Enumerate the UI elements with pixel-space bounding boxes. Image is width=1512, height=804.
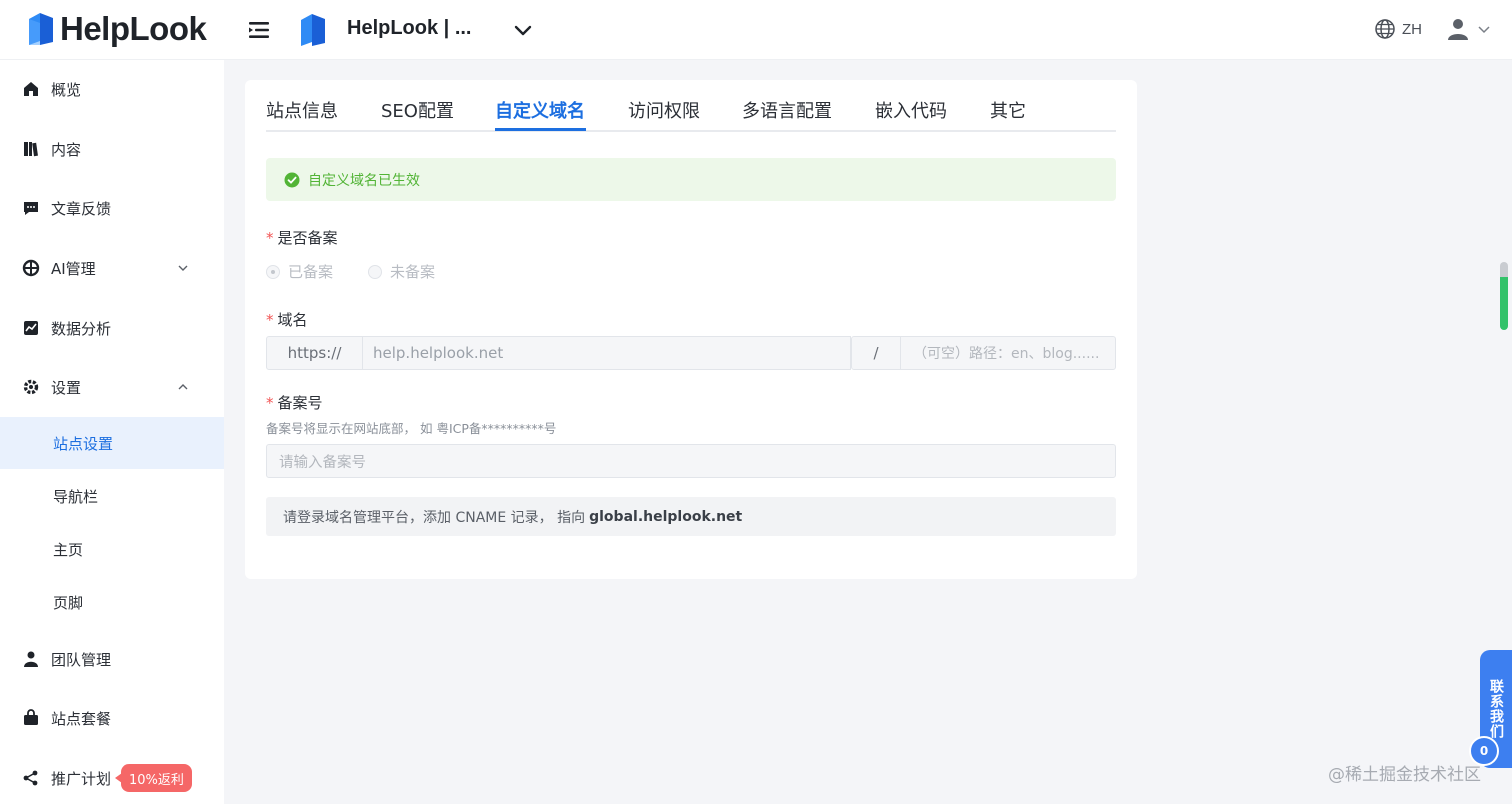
tab-other[interactable]: 其它 [990,97,1026,123]
sidebar-item-label: 文章反馈 [51,199,112,218]
globe-icon [1375,19,1395,39]
sidebar-item-content[interactable]: 内容 [0,123,224,175]
contact-label: 联系我们 [1488,679,1504,739]
chevron-down-icon [178,265,188,271]
gear-icon [23,379,39,395]
watermark: @稀土掘金技术社区 [1328,765,1481,785]
chevron-up-icon [178,384,188,390]
check-circle-icon [284,172,300,187]
https-prefix: https:// [266,336,363,370]
sidebar-item-ai[interactable]: AI管理 [0,242,224,294]
sidebar-item-overview[interactable]: 概览 [0,63,224,115]
home-icon [24,82,38,96]
tab-multilang[interactable]: 多语言配置 [742,97,832,123]
comment-icon [24,202,38,215]
radio-circle [266,264,280,279]
required-mark: * [266,229,274,247]
tab-custom-domain[interactable]: 自定义域名 [495,97,585,123]
sidebar-item-team[interactable]: 团队管理 [0,633,224,685]
sidebar-item-analytics[interactable]: 数据分析 [0,302,224,354]
icp-hint: 备案号将显示在网站底部， 如 粤ICP备**********号 [266,421,557,436]
tab-access[interactable]: 访问权限 [628,97,700,123]
cname-note: 请登录域名管理平台，添加 CNAME 记录， 指向 global.helploo… [266,497,1116,536]
required-mark: * [266,311,274,329]
user-icon [24,651,38,667]
ai-icon [22,259,40,277]
sidebar-item-label: 概览 [51,80,82,99]
sidebar-item-label: 数据分析 [51,319,112,338]
sidebar-sub-homepage[interactable]: 主页 [0,523,224,575]
radio-circle [368,264,382,279]
tab-embed[interactable]: 嵌入代码 [875,97,947,123]
sidebar-sub-footer[interactable]: 页脚 [0,576,224,628]
promo-badge[interactable]: 10%返利 [115,764,192,792]
radio-not-filed[interactable]: 未备案 [368,261,435,282]
sidebar-item-label: 推广计划 [51,769,112,788]
sidebar-sub-navbar[interactable]: 导航栏 [0,470,224,522]
domain-field[interactable]: help.helplook.net [362,336,851,370]
chart-icon [24,321,38,335]
radio-filed[interactable]: 已备案 [266,261,333,282]
sidebar-item-label: 团队管理 [51,650,112,669]
bag-icon [24,709,38,725]
path-separator: / [851,336,901,370]
domain-input-group: https:// help.helplook.net / （可空）路径：en、b… [266,336,1116,370]
sidebar-sub-label: 站点设置 [53,434,114,453]
cname-target: global.helplook.net [589,508,743,525]
path-field[interactable]: （可空）路径：en、blog...... [900,336,1116,370]
cname-note-text: 请登录域名管理平台，添加 CNAME 记录， 指向 [283,509,586,526]
settings-tabs: 站点信息 SEO配置 自定义域名 访问权限 多语言配置 嵌入代码 其它 [266,80,1116,132]
radio-label: 已备案 [288,263,334,281]
chevron-down-icon[interactable] [512,20,534,40]
filing-label: * 是否备案 [266,229,338,247]
user-menu[interactable] [1446,17,1492,41]
sidebar-item-label: AI管理 [51,259,96,278]
site-logo [301,14,325,46]
required-mark: * [266,394,274,412]
chat-count: 0 [1479,744,1489,758]
helplook-logo[interactable]: HelpLook [26,10,207,48]
domain-label: * 域名 [266,311,308,329]
radio-label: 未备案 [390,263,436,281]
tab-site-info[interactable]: 站点信息 [266,97,338,123]
tab-seo[interactable]: SEO配置 [381,97,454,123]
sidebar-item-label: 站点套餐 [51,709,112,728]
brand-name: HelpLook [60,10,207,47]
page-scrollbar[interactable] [1500,262,1508,330]
sidebar: 概览 内容 文章反馈 AI管理 数据分析 设置 站点设置 导航栏 主页 页脚 团… [0,60,224,804]
book-icon [24,142,38,157]
settings-card: 站点信息 SEO配置 自定义域名 访问权限 多语言配置 嵌入代码 其它 自定义域… [245,80,1137,579]
user-avatar-icon [1448,19,1468,40]
sidebar-item-feedback[interactable]: 文章反馈 [0,182,224,234]
menu-collapse-icon[interactable] [246,18,272,42]
icp-field[interactable]: 请输入备案号 [266,444,1116,478]
share-icon [23,770,38,786]
sidebar-item-plan[interactable]: 站点套餐 [0,692,224,744]
sidebar-sub-label: 主页 [53,540,84,559]
active-tab-indicator [495,128,586,131]
site-name[interactable]: HelpLook | ... [347,17,472,40]
success-alert: 自定义域名已生效 [266,158,1116,201]
language-switcher[interactable]: ZH [1374,18,1422,40]
icp-label: * 备案号 [266,394,323,412]
language-label: ZH [1402,20,1422,38]
sidebar-sub-label: 页脚 [53,593,84,612]
sidebar-item-label: 设置 [51,378,82,397]
sidebar-item-label: 内容 [51,140,82,159]
sidebar-sub-site-settings[interactable]: 站点设置 [0,417,224,469]
sidebar-sub-label: 导航栏 [53,487,99,506]
sidebar-item-settings[interactable]: 设置 [0,361,224,413]
chevron-down-icon [1478,26,1490,34]
helplook-logo-mark [29,13,53,45]
alert-text: 自定义域名已生效 [308,172,420,189]
top-header: HelpLook HelpLook | ... ZH [0,0,1512,60]
